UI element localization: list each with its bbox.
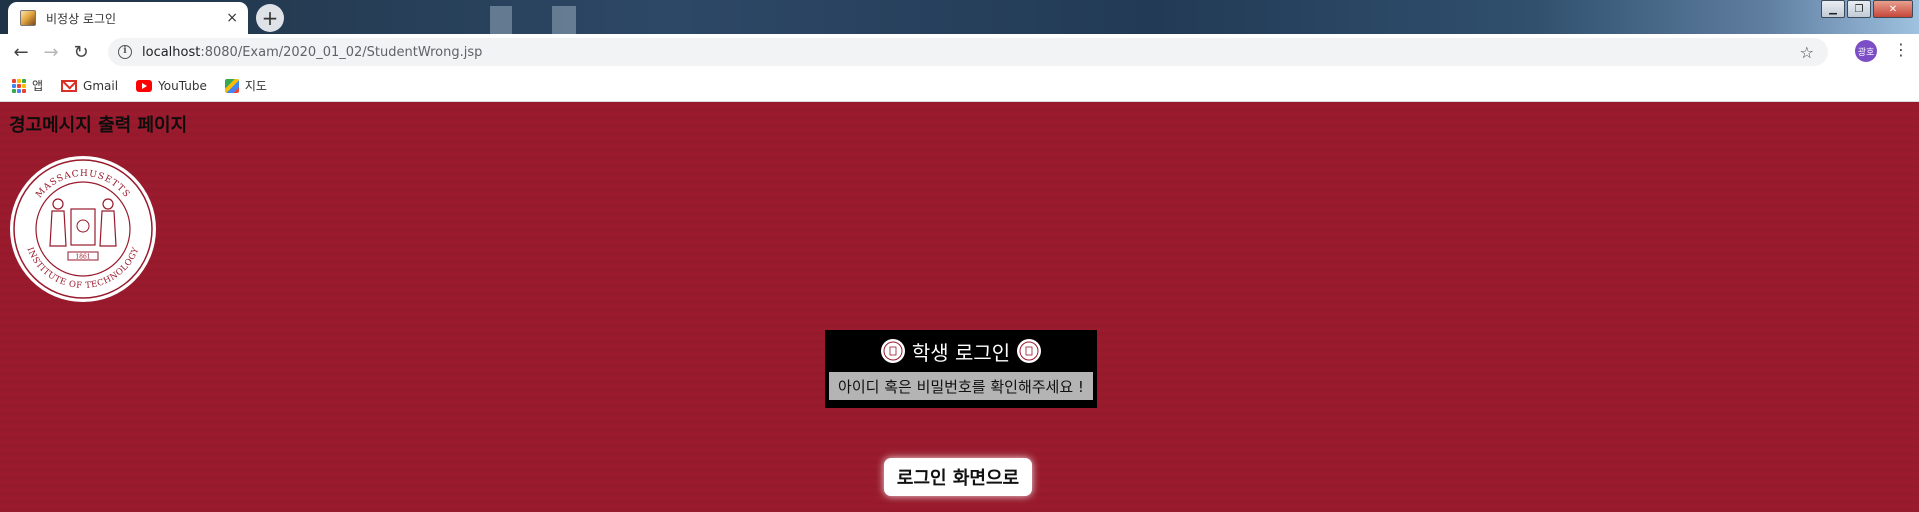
browser-toolbar: ← → ↻ i localhost:8080/Exam/2020_01_02/S…: [0, 34, 1919, 70]
login-title-row: 학생 로그인: [829, 334, 1093, 368]
address-bar[interactable]: i localhost:8080/Exam/2020_01_02/Student…: [108, 38, 1828, 66]
maps-icon: [224, 78, 239, 93]
profile-avatar[interactable]: 광호: [1855, 40, 1877, 62]
close-window-button[interactable]: ✕: [1873, 0, 1913, 18]
page-heading: 경고메시지 출력 페이지: [9, 115, 188, 136]
minimize-button[interactable]: ▁: [1821, 0, 1845, 18]
warning-message: 아이디 혹은 비밀번호를 확인해주세요 !: [829, 372, 1093, 400]
url-text[interactable]: localhost:8080/Exam/2020_01_02/StudentWr…: [142, 45, 482, 60]
window-controls: ▁ ❐ ✕: [1821, 0, 1913, 18]
new-tab-button[interactable]: +: [256, 4, 284, 32]
url-host: localhost: [142, 44, 201, 60]
browser-tab[interactable]: 비정상 로그인 ×: [8, 2, 248, 34]
back-to-login-button[interactable]: 로그인 화면으로: [884, 458, 1032, 496]
mini-seal-icon: [880, 339, 905, 363]
forward-arrow-icon[interactable]: →: [36, 37, 66, 67]
bookmark-label: 앱: [32, 79, 44, 93]
youtube-icon: [136, 79, 153, 92]
bookmark-apps[interactable]: 앱: [12, 77, 43, 94]
bookmarks-bar: 앱 Gmail YouTube 지도: [0, 70, 1919, 102]
tab-favicon-icon: [20, 10, 36, 26]
svg-text:1861: 1861: [75, 254, 90, 261]
login-panel: 학생 로그인 아이디 혹은 비밀번호를 확인해주세요 !: [825, 330, 1097, 408]
bookmark-label: Gmail: [83, 78, 119, 93]
background-decoration: [552, 6, 576, 34]
bookmark-label: 지도: [244, 79, 267, 93]
tab-title: 비정상 로그인: [46, 11, 117, 26]
bookmark-gmail[interactable]: Gmail: [61, 79, 118, 93]
login-title: 학생 로그인: [911, 340, 1011, 365]
menu-kebab-icon[interactable]: ⋮: [1893, 40, 1909, 59]
reload-icon[interactable]: ↻: [66, 37, 96, 67]
bookmark-label: YouTube: [158, 78, 207, 93]
info-icon[interactable]: i: [118, 45, 132, 59]
bookmark-youtube[interactable]: YouTube: [136, 79, 207, 93]
back-arrow-icon[interactable]: ←: [6, 37, 36, 67]
tab-strip: 비정상 로그인 × + ▁ ❐ ✕: [0, 0, 1919, 34]
restore-button[interactable]: ❐: [1847, 0, 1871, 18]
page-body: 경고메시지 출력 페이지 MASSACHUSETTS INSTITUTE OF …: [0, 102, 1919, 512]
mini-seal-icon: [1017, 339, 1042, 363]
tab-close-icon[interactable]: ×: [226, 10, 238, 26]
apps-icon: [12, 78, 26, 93]
gmail-icon: [61, 79, 78, 92]
mit-seal-logo: MASSACHUSETTS INSTITUTE OF TECHNOLOGY 18…: [10, 156, 156, 302]
bookmark-maps[interactable]: 지도: [224, 77, 267, 94]
bookmark-star-icon[interactable]: ☆: [1800, 43, 1814, 62]
url-path: :8080/Exam/2020_01_02/StudentWrong.jsp: [200, 44, 483, 60]
background-decoration: [490, 6, 512, 34]
